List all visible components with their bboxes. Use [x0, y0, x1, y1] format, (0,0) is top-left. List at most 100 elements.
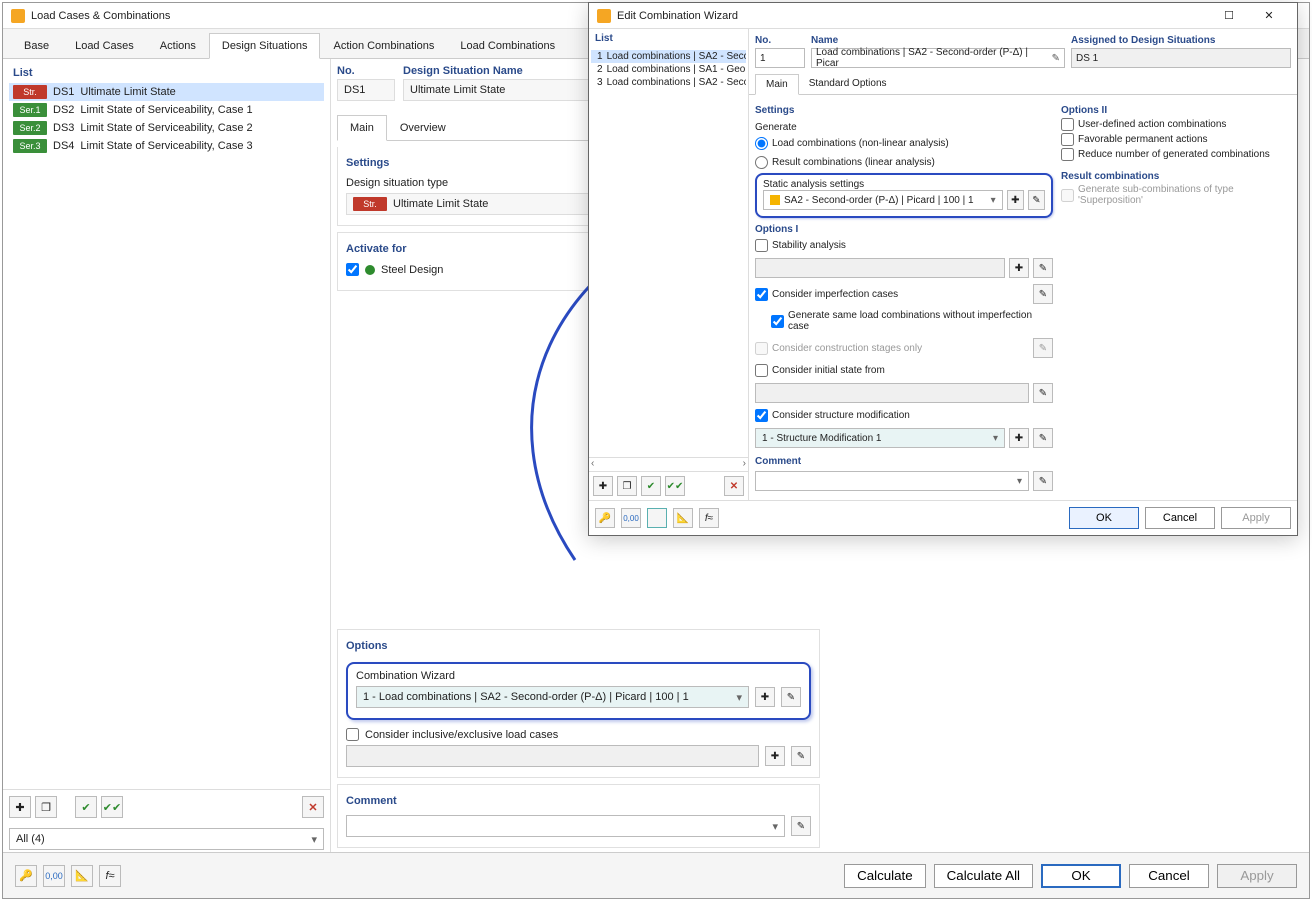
stab-edit-icon[interactable]: ✎	[1033, 258, 1053, 278]
incl-edit-icon[interactable]: ✎	[791, 746, 811, 766]
ok-button[interactable]: OK	[1041, 864, 1121, 888]
ml-new-icon[interactable]: ✚	[593, 476, 613, 496]
help-icon[interactable]: 🔑	[15, 865, 37, 887]
reduce-label: Reduce number of generated combinations	[1078, 149, 1270, 160]
user-def-check[interactable]: User-defined action combinations	[1061, 118, 1291, 131]
modal-cancel-button[interactable]: Cancel	[1145, 507, 1215, 529]
struct-mod-combo[interactable]: 1 - Structure Modification 1▾	[755, 428, 1005, 448]
edit-wiz-icon[interactable]: ✎	[781, 687, 801, 707]
copy-icon[interactable]: ❐	[35, 796, 57, 818]
fx-icon[interactable]: f≈	[99, 865, 121, 887]
badge-ser: Ser.2	[13, 121, 47, 135]
reduce-check[interactable]: Reduce number of generated combinations	[1061, 148, 1291, 161]
list-item[interactable]: Str. DS1 Ultimate Limit State	[9, 83, 324, 101]
consider-incl-check[interactable]: Consider inclusive/exclusive load cases	[346, 728, 811, 741]
close-icon[interactable]: ✕	[1249, 5, 1289, 27]
steel-design-checkbox[interactable]	[346, 263, 359, 276]
gen-linear-radio[interactable]: Result combinations (linear analysis)	[755, 156, 1053, 169]
modal-color-icon[interactable]	[647, 508, 667, 528]
modal-tab-main[interactable]: Main	[755, 74, 799, 95]
modal-fx-icon[interactable]: f≈	[699, 508, 719, 528]
list-item[interactable]: Ser.1 DS2 Limit State of Serviceability,…	[9, 101, 324, 119]
badge-ser: Ser.1	[13, 103, 47, 117]
modal-decimal-icon[interactable]: 0,00	[621, 508, 641, 528]
modal-comment-combo[interactable]: ▾	[755, 471, 1029, 491]
check2-icon[interactable]: ✔✔	[101, 796, 123, 818]
ml-copy-icon[interactable]: ❐	[617, 476, 637, 496]
initial-combo[interactable]	[755, 383, 1029, 403]
ml-check-icon[interactable]: ✔	[641, 476, 661, 496]
calculate-all-button[interactable]: Calculate All	[934, 864, 1033, 888]
stab-new-icon[interactable]: ✚	[1009, 258, 1029, 278]
sa-new-icon[interactable]: ✚	[1007, 190, 1024, 210]
comment-edit-icon[interactable]: ✎	[791, 816, 811, 836]
calculate-button[interactable]: Calculate	[844, 864, 926, 888]
apply-button[interactable]: Apply	[1217, 864, 1297, 888]
comment-combo[interactable]: ▾	[346, 815, 785, 837]
ml-n: 3	[597, 77, 603, 88]
new-icon[interactable]: ✚	[9, 796, 31, 818]
stability-check[interactable]: Stability analysis	[755, 239, 1053, 252]
tab-action-combinations[interactable]: Action Combinations	[320, 33, 447, 58]
badge-ser: Ser.3	[13, 139, 47, 153]
constr-edit-icon: ✎	[1033, 338, 1053, 358]
inner-tab-overview[interactable]: Overview	[387, 115, 459, 140]
combo-wizard-select[interactable]: 1 - Load combinations | SA2 - Second-ord…	[356, 686, 749, 708]
consider-incl-checkbox[interactable]	[346, 728, 359, 741]
modal-units-icon[interactable]: 📐	[673, 508, 693, 528]
gen-sub-check: Generate sub-combinations of type 'Super…	[1061, 184, 1291, 206]
sm-edit-icon[interactable]: ✎	[1033, 428, 1053, 448]
gen-nonlinear-radio[interactable]: Load combinations (non-linear analysis)	[755, 137, 1053, 150]
sm-new-icon[interactable]: ✚	[1009, 428, 1029, 448]
modal-left: List 1Load combinations | SA2 - Secon 2L…	[589, 29, 749, 500]
units-icon[interactable]: 📐	[71, 865, 93, 887]
badge-str: Str.	[353, 197, 387, 211]
list-item[interactable]: Ser.3 DS4 Limit State of Serviceability,…	[9, 137, 324, 155]
decimal-icon[interactable]: 0,00	[43, 865, 65, 887]
gen-same-check[interactable]: Generate same load combinations without …	[771, 310, 1053, 332]
tab-design-situations[interactable]: Design Situations	[209, 33, 321, 59]
sa-edit-icon[interactable]: ✎	[1028, 190, 1045, 210]
construction-check: Consider construction stages only✎	[755, 338, 1053, 358]
modal-no-input[interactable]: 1	[755, 48, 805, 68]
modal-name-input[interactable]: Load combinations | SA2 - Second-order (…	[811, 48, 1065, 68]
maximize-icon[interactable]: ☐	[1209, 5, 1249, 27]
imperfection-check[interactable]: Consider imperfection cases✎	[755, 284, 1053, 304]
ml-check2-icon[interactable]: ✔✔	[665, 476, 685, 496]
imperfection-edit-icon[interactable]: ✎	[1033, 284, 1053, 304]
ml-delete-icon[interactable]: ✕	[724, 476, 744, 496]
list-item[interactable]: 1Load combinations | SA2 - Secon	[591, 50, 746, 63]
inner-tab-main[interactable]: Main	[337, 115, 387, 141]
modal-hscroll[interactable]: ‹›	[589, 457, 748, 471]
stability-combo[interactable]	[755, 258, 1005, 278]
edit-icon[interactable]: ✎	[1052, 53, 1060, 64]
tab-actions[interactable]: Actions	[147, 33, 209, 58]
cancel-button[interactable]: Cancel	[1129, 864, 1209, 888]
combo-wizard-title: Combination Wizard	[356, 670, 801, 682]
check-icon[interactable]: ✔	[75, 796, 97, 818]
modal-no-value: 1	[760, 53, 766, 64]
tab-base[interactable]: Base	[11, 33, 62, 58]
init-edit-icon[interactable]: ✎	[1033, 383, 1053, 403]
struct-mod-check[interactable]: Consider structure modification	[755, 409, 1053, 422]
modal-app-icon	[597, 9, 611, 23]
tab-load-cases[interactable]: Load Cases	[62, 33, 147, 58]
incl-new-icon[interactable]: ✚	[765, 746, 785, 766]
consider-incl-label: Consider inclusive/exclusive load cases	[365, 729, 558, 741]
modal-ok-button[interactable]: OK	[1069, 507, 1139, 529]
modal-tab-standard[interactable]: Standard Options	[799, 74, 897, 94]
modal-apply-button[interactable]: Apply	[1221, 507, 1291, 529]
favorable-check[interactable]: Favorable permanent actions	[1061, 133, 1291, 146]
delete-icon[interactable]: ✕	[302, 796, 324, 818]
new-wiz-icon[interactable]: ✚	[755, 687, 775, 707]
list-item[interactable]: 3Load combinations | SA2 - Secon	[591, 76, 746, 89]
tab-load-combinations[interactable]: Load Combinations	[447, 33, 568, 58]
list-item[interactable]: 2Load combinations | SA1 - Geom	[591, 63, 746, 76]
filter-combo[interactable]: All (4) ▾	[9, 828, 324, 850]
initial-state-check[interactable]: Consider initial state from	[755, 364, 1053, 377]
incl-combo[interactable]	[346, 745, 759, 767]
list-item[interactable]: Ser.2 DS3 Limit State of Serviceability,…	[9, 119, 324, 137]
sa-combo[interactable]: SA2 - Second-order (P-Δ) | Picard | 100 …	[763, 190, 1003, 210]
comm-edit-icon[interactable]: ✎	[1033, 471, 1053, 491]
modal-help-icon[interactable]: 🔑	[595, 508, 615, 528]
